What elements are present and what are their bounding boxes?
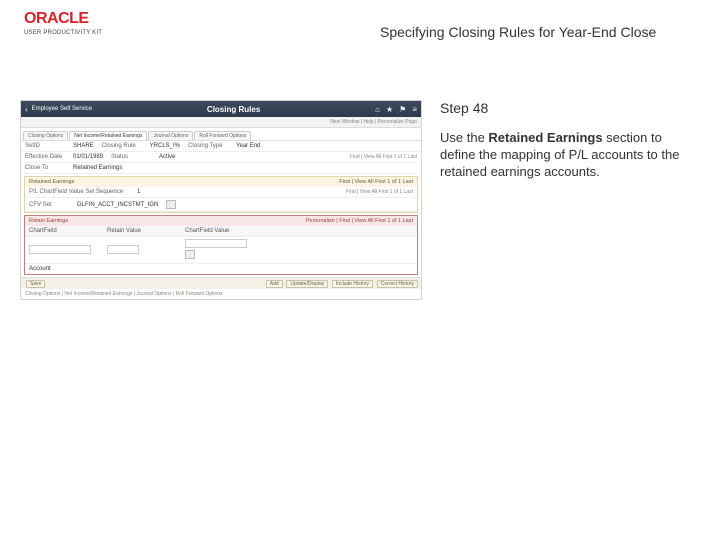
closing-type-label: Closing Type bbox=[188, 143, 228, 149]
logo-subtitle: USER PRODUCTIVITY KIT bbox=[24, 30, 102, 36]
cell-chartfield-value bbox=[185, 239, 255, 261]
status-value: Active bbox=[159, 154, 175, 160]
cfvs-label: CFV Set bbox=[29, 202, 69, 208]
logo-text: ORACLE bbox=[24, 10, 102, 28]
app-nav-bar: ‹ Employee Self Service Closing Rules ⌂ … bbox=[21, 101, 421, 117]
step-text-prefix: Use the bbox=[440, 130, 488, 145]
correct-history-button[interactable]: Correct History bbox=[377, 280, 418, 288]
closing-rule-value: YRCLS_I% bbox=[150, 143, 180, 149]
lookup-icon[interactable] bbox=[166, 200, 176, 209]
app-screenshot: ‹ Employee Self Service Closing Rules ⌂ … bbox=[20, 100, 422, 300]
page-title: Specifying Closing Rules for Year-End Cl… bbox=[380, 24, 656, 40]
retained-earnings-section: Retained Earnings Find | View All First … bbox=[24, 176, 418, 213]
close-to-label: Close To bbox=[25, 165, 65, 171]
retain-earnings-title: Retain Earnings bbox=[29, 218, 68, 224]
app-title: Closing Rules bbox=[207, 105, 260, 114]
tab-journal-options[interactable]: Journal Options bbox=[148, 131, 193, 140]
chartfield-value-input[interactable] bbox=[185, 239, 247, 248]
retained-earnings-title: Retained Earnings bbox=[29, 179, 74, 185]
col-retain-value: Retain Value bbox=[107, 228, 177, 234]
retain-grid-header: ChartField Retain Value ChartField Value bbox=[25, 226, 417, 237]
oracle-logo: ORACLE USER PRODUCTIVITY KIT bbox=[24, 10, 102, 36]
pl-seq-label: P/L ChartField Value Set Sequence bbox=[29, 189, 129, 195]
bottom-bar: Save Add Update/Display Include History … bbox=[21, 277, 421, 289]
effective-date-row: Effective Date 01/01/1989 Status Active … bbox=[21, 152, 421, 163]
retain-earnings-section: Retain Earnings Personalize | Find | Vie… bbox=[24, 215, 418, 275]
step-label: Step 48 bbox=[440, 100, 700, 116]
retained-earnings-nav[interactable]: Find | View All First 1 of 1 Last bbox=[339, 179, 413, 185]
include-history-button[interactable]: Include History bbox=[332, 280, 373, 288]
cfvs-value: GLFIN_ACCT_INCSTMT_IGN bbox=[77, 202, 158, 208]
cfvs-row: CFV Set GLFIN_ACCT_INCSTMT_IGN bbox=[25, 198, 417, 212]
back-label[interactable]: Employee Self Service bbox=[32, 106, 92, 112]
pl-seq-row: P/L ChartField Value Set Sequence 1 Find… bbox=[25, 187, 417, 198]
retain-value-input[interactable] bbox=[107, 245, 139, 254]
tab-net-income-retained-earnings[interactable]: Net Income/Retained Earnings bbox=[69, 131, 147, 140]
retain-grid-row2: Account bbox=[25, 264, 417, 274]
top-fields-row: SetID SHARE Closing Rule YRCLS_I% Closin… bbox=[21, 141, 421, 152]
menu-icon[interactable]: ≡ bbox=[412, 105, 417, 114]
tabs-row: Closing Options Net Income/Retained Earn… bbox=[21, 128, 421, 141]
close-to-row: Close To Retained Earnings bbox=[21, 163, 421, 174]
eff-date-label: Effective Date bbox=[25, 154, 65, 160]
flag-icon[interactable]: ⚑ bbox=[399, 105, 406, 114]
pl-seq-value: 1 bbox=[137, 189, 140, 195]
eff-date-value: 01/01/1989 bbox=[73, 154, 103, 160]
step-text: Use the Retained Earnings section to def… bbox=[440, 130, 700, 181]
retain-earnings-nav[interactable]: Personalize | Find | View All First 1 of… bbox=[306, 218, 413, 224]
setid-label: SetID bbox=[25, 143, 65, 149]
add-button[interactable]: Add bbox=[266, 280, 283, 288]
cell-account: Account bbox=[29, 266, 99, 272]
save-button[interactable]: Save bbox=[26, 280, 45, 288]
col-chartfield-value: ChartField Value bbox=[185, 228, 255, 234]
star-icon[interactable]: ★ bbox=[386, 105, 393, 114]
pl-seq-nav[interactable]: Find | View All First 1 of 1 Last bbox=[148, 189, 413, 195]
close-to-value: Retained Earnings bbox=[73, 165, 122, 171]
chartfield-input[interactable] bbox=[29, 245, 91, 254]
col-chartfield: ChartField bbox=[29, 228, 99, 234]
instructions-panel: Step 48 Use the Retained Earnings sectio… bbox=[440, 100, 700, 181]
retain-grid-row bbox=[25, 237, 417, 264]
closing-rule-label: Closing Rule bbox=[102, 143, 142, 149]
tab-closing-options[interactable]: Closing Options bbox=[23, 131, 68, 140]
closing-type-value: Year End bbox=[236, 143, 260, 149]
update-display-button[interactable]: Update/Display bbox=[286, 280, 328, 288]
cell-retain-value bbox=[107, 245, 177, 256]
sub-bar: New Window | Help | Personalize Page bbox=[21, 117, 421, 128]
status-label: Status bbox=[111, 154, 151, 160]
home-icon[interactable]: ⌂ bbox=[375, 105, 380, 114]
cell-chartfield bbox=[29, 245, 99, 256]
lookup-icon[interactable] bbox=[185, 250, 195, 259]
tab-roll-forward-options[interactable]: Roll Forward Options bbox=[194, 131, 251, 140]
eff-nav[interactable]: Find | View All First 1 of 1 Last bbox=[183, 154, 417, 160]
back-icon[interactable]: ‹ bbox=[25, 105, 28, 114]
bottom-breadcrumbs: Closing Options | Net Income/Retained Ea… bbox=[21, 289, 421, 299]
setid-value: SHARE bbox=[73, 143, 94, 149]
step-text-bold: Retained Earnings bbox=[488, 130, 602, 145]
